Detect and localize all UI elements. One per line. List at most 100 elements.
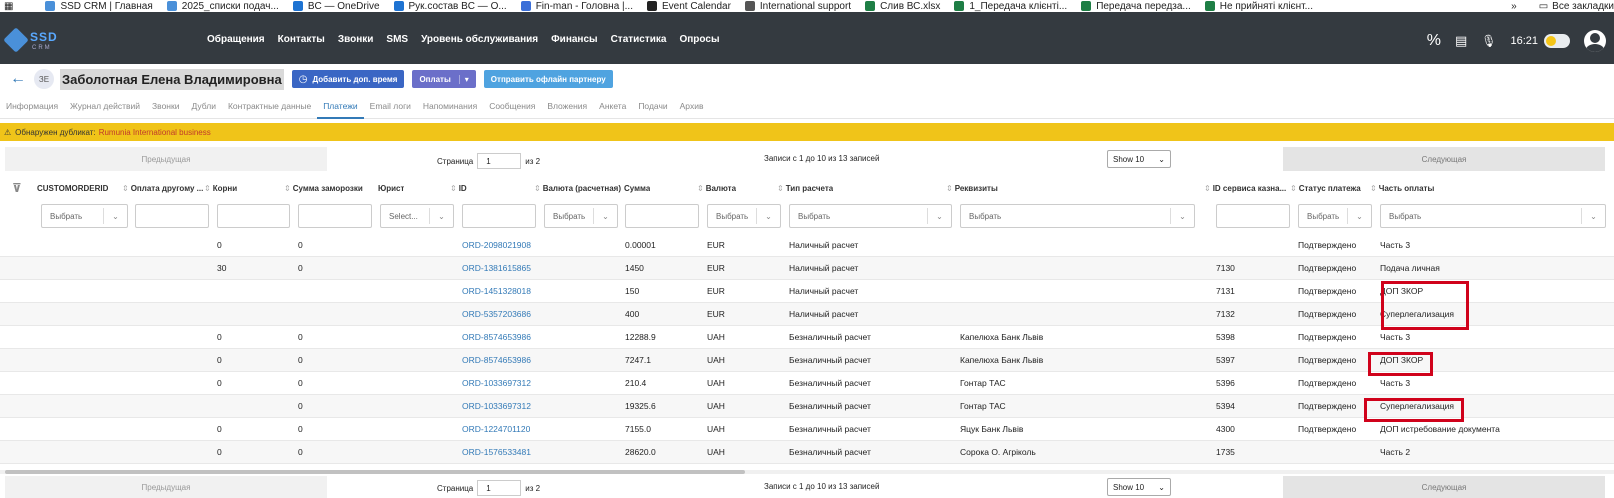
tab-attachments[interactable]: Вложения [541, 97, 593, 119]
bookmark-item[interactable]: International support [744, 1, 851, 12]
nav-item-calls[interactable]: Звонки [338, 34, 374, 45]
col-requisites[interactable]: ⇕ Реквизиты [946, 184, 998, 193]
tab-messages[interactable]: Сообщения [483, 97, 541, 119]
bookmarks-more-button[interactable]: » [1511, 1, 1517, 12]
col-currency[interactable]: ⇕ Валюта [697, 184, 736, 193]
all-bookmarks-link[interactable]: Все закладки [1552, 1, 1614, 12]
col-sum[interactable]: Сумма [624, 184, 650, 193]
nav-item-finance[interactable]: Финансы [551, 34, 597, 45]
filter-payment-part[interactable]: Выбрать ⌄ [1380, 204, 1606, 228]
percent-icon[interactable]: % [1427, 32, 1441, 50]
tab-action-log[interactable]: Журнал действий [64, 97, 146, 119]
filter-freeze[interactable] [217, 204, 290, 228]
logo[interactable]: SSD CRM [3, 27, 64, 56]
calendar-icon[interactable]: ▤ [1455, 33, 1467, 49]
nav-item-service-level[interactable]: Уровень обслуживания [421, 34, 538, 45]
filter-freeze-sum[interactable] [298, 204, 372, 228]
theme-toggle[interactable] [1544, 34, 1570, 48]
filter-lawyer[interactable]: Select... ⌄ [380, 204, 454, 228]
tab-submissions[interactable]: Подачи [632, 97, 673, 119]
filter-korni[interactable] [135, 204, 209, 228]
page-input[interactable]: 1 [477, 480, 522, 496]
col-payment-status[interactable]: ⇕ Статус платежа [1290, 184, 1361, 193]
order-link[interactable]: ORD-8574653986 [462, 355, 531, 365]
table-row[interactable]: ORD-5357203686 400 EUR Наличный расчет 7… [0, 303, 1614, 326]
tab-questionnaire[interactable]: Анкета [593, 97, 632, 119]
bookmark-item[interactable]: SSD CRM | Главная [45, 1, 153, 12]
prev-page-button[interactable]: Предыдущая [5, 476, 327, 498]
filter-currency[interactable]: Выбрать ⌄ [707, 204, 781, 228]
user-avatar[interactable] [1584, 30, 1606, 52]
table-row[interactable]: 0 0 ORD-2098021908 0.00001 EUR Наличный … [0, 234, 1614, 257]
col-service-id[interactable]: ⇕ ID сервиса казна... [1204, 184, 1296, 193]
tab-payments[interactable]: Платежи [317, 97, 364, 119]
order-link[interactable]: ORD-1576533481 [462, 447, 531, 457]
order-link[interactable]: ORD-5357203686 [462, 309, 531, 319]
tab-duplicates[interactable]: Дубли [185, 97, 221, 119]
page-size-select[interactable]: Show 10 ⌄ [1107, 478, 1171, 496]
table-row[interactable]: 0 0 ORD-8574653986 12288.9 UAH Безналичн… [0, 326, 1614, 349]
next-page-button[interactable]: Следующая [1283, 476, 1605, 498]
order-link[interactable]: ORD-1381615865 [462, 263, 531, 273]
col-settlement-currency[interactable]: ⇕ Валюта (расчетная) [534, 184, 624, 193]
horizontal-scrollbar[interactable] [0, 470, 1614, 474]
filter-settlement-currency[interactable]: Выбрать ⌄ [544, 204, 618, 228]
filter-id[interactable] [462, 204, 536, 228]
apps-icon[interactable]: ▦ [4, 1, 13, 12]
order-link[interactable]: ORD-1451328018 [462, 286, 531, 296]
filter-service-id[interactable] [1216, 204, 1290, 228]
col-payment-type[interactable]: ⇕ Тип расчета [777, 184, 833, 193]
order-link[interactable]: ORD-1033697312 [462, 378, 531, 388]
col-pay-other[interactable]: ⇕ Оплата другому ... [122, 184, 204, 193]
table-row[interactable]: 30 0 ORD-1381615865 1450 EUR Наличный ра… [0, 257, 1614, 280]
table-row[interactable]: ORD-1451328018 150 EUR Наличный расчет 7… [0, 280, 1614, 303]
nav-item-requests[interactable]: Обращения [207, 34, 265, 45]
bookmark-item[interactable]: Fin-man - Головна |... [520, 1, 633, 12]
col-payment-part[interactable]: ⇕ Часть оплаты [1370, 184, 1434, 193]
bookmark-item[interactable]: Event Calendar [646, 1, 731, 12]
tab-calls[interactable]: Звонки [146, 97, 185, 119]
payments-dropdown-button[interactable]: Оплаты ▾ [412, 70, 476, 88]
nav-item-surveys[interactable]: Опросы [679, 34, 719, 45]
next-page-button[interactable]: Следующая [1283, 147, 1605, 171]
filter-requisites[interactable]: Выбрать ⌄ [960, 204, 1195, 228]
table-row[interactable]: 0 0 ORD-1576533481 28620.0 UAH Безналичн… [0, 441, 1614, 464]
col-korni[interactable]: ⇕ Корни [204, 184, 237, 193]
bookmark-item[interactable]: 1_Передача клієнті... [954, 1, 1067, 12]
tab-reminders[interactable]: Напоминания [417, 97, 483, 119]
order-link[interactable]: ORD-2098021908 [462, 240, 531, 250]
order-link[interactable]: ORD-1033697312 [462, 401, 531, 411]
col-freeze-sum[interactable]: ⇕ Сумма заморозки [284, 184, 374, 193]
back-arrow-icon[interactable]: ← [10, 70, 26, 88]
bookmark-item[interactable]: Передача передза... [1081, 1, 1191, 12]
bookmark-item[interactable]: BC — OneDrive [292, 1, 380, 12]
nav-item-sms[interactable]: SMS [386, 34, 408, 45]
microphone-icon[interactable]: 🎙 [1481, 34, 1496, 48]
add-extra-time-button[interactable]: ◷ Добавить доп. время [291, 70, 405, 88]
page-size-select[interactable]: Show 10 ⌄ [1107, 150, 1171, 168]
filter-payment-status[interactable]: Выбрать ⌄ [1298, 204, 1372, 228]
duplicate-link[interactable]: Rumunia International business [99, 128, 211, 137]
tab-contract-data[interactable]: Контрактные данные [222, 97, 317, 119]
scrollbar-thumb[interactable] [5, 470, 745, 474]
tab-email-logs[interactable]: Email логи [364, 97, 417, 119]
filter-payment-type[interactable]: Выбрать ⌄ [789, 204, 952, 228]
col-id[interactable]: ⇕ ID [450, 184, 467, 193]
col-customorderid[interactable]: CUSTOMORDERID [37, 184, 108, 193]
order-link[interactable]: ORD-8574653986 [462, 332, 531, 342]
tab-archive[interactable]: Архив [674, 97, 710, 119]
page-input[interactable]: 1 [477, 153, 522, 169]
tab-info[interactable]: Информация [0, 97, 64, 119]
bookmark-item[interactable]: Слив ВС.xlsx [865, 1, 940, 12]
filter-pay-other[interactable]: Выбрать ⌄ [41, 204, 128, 228]
filter-sum[interactable] [625, 204, 699, 228]
bookmark-item[interactable]: Не прийняті клієнт... [1204, 1, 1313, 12]
prev-page-button[interactable]: Предыдущая [5, 147, 327, 171]
nav-item-contacts[interactable]: Контакты [278, 34, 325, 45]
bookmark-item[interactable]: Рук.состав BC — O... [393, 1, 507, 12]
nav-item-statistics[interactable]: Статистика [611, 34, 667, 45]
col-lawyer[interactable]: Юрист [378, 184, 404, 193]
order-link[interactable]: ORD-1224701120 [462, 424, 530, 434]
bookmark-item[interactable]: 2025_списки подач... [166, 1, 279, 12]
filter-icon[interactable]: ⊽ [12, 181, 22, 195]
